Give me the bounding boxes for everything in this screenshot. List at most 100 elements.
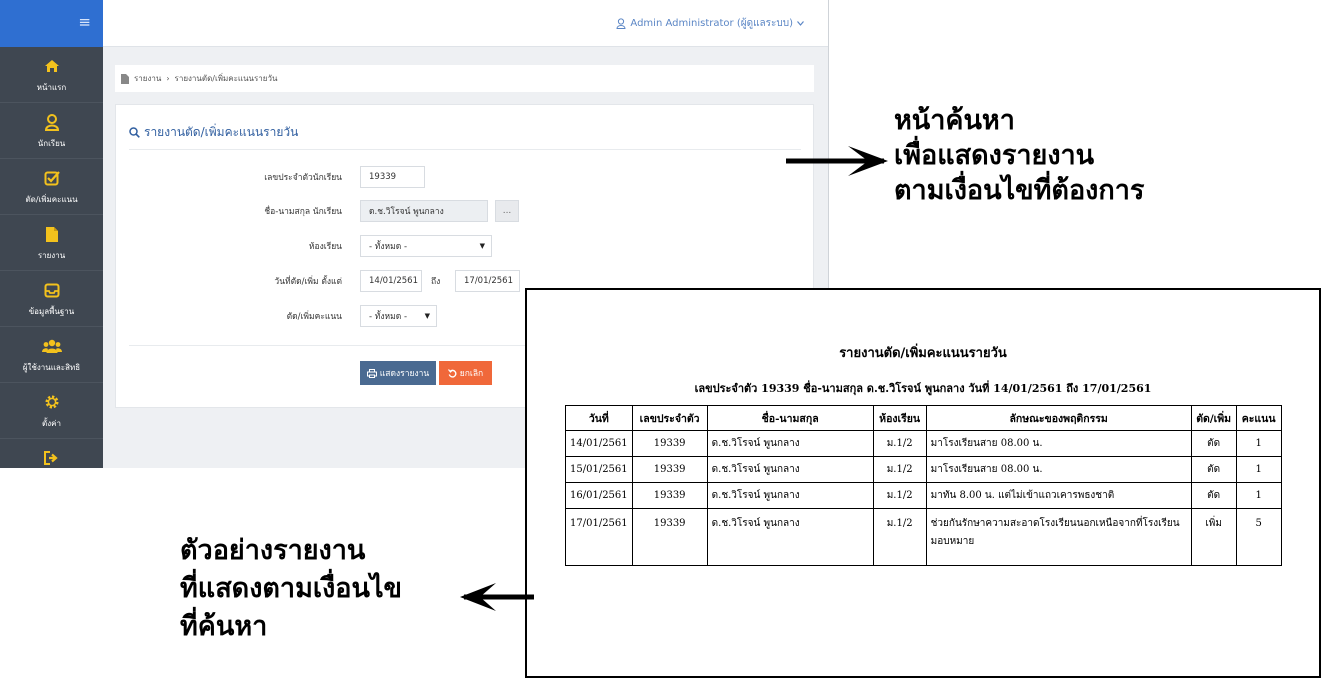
cell-behavior: มาโรงเรียนสาย 08.00 น. [925,456,1192,483]
user-icon [0,112,103,132]
show-report-button[interactable]: แสดงรายงาน [360,361,436,385]
sidebar-item-label: ตัด/เพิ่มคะแนน [25,195,78,204]
sidebar-toggle-button[interactable]: ≡ [0,0,103,47]
column-header: คะแนน [1235,405,1282,431]
sidebar-item-home[interactable]: หน้าแรก [0,47,103,103]
cell-date: 16/01/2561 [565,482,633,509]
annotation-line: เพื่อแสดงรายงาน [894,140,1095,171]
date-to-label: ถึง [431,277,441,287]
sidebar: ≡ หน้าแรก นักเรียน ตัด/เพิ่มคะแนน รายงาน [0,0,103,468]
table-row: 14/01/2561 19339 ด.ช.วิโรจน์ พูนกลาง ม.1… [565,430,1282,457]
report-subtitle: เลขประจำตัว 19339 ชื่อ-นามสกุล ด.ช.วิโรจ… [694,382,1152,395]
document-icon [0,224,103,244]
sidebar-item-reports[interactable]: รายงาน [0,215,103,271]
annotation-line: ตามเงื่อนไขที่ต้องการ [894,175,1145,206]
cell-name: ด.ช.วิโรจน์ พูนกลาง [706,508,874,566]
cell-type: ตัด [1190,482,1237,509]
cell-score: 5 [1235,508,1282,566]
cell-room: ม.1/2 [872,430,927,457]
student-id-label: เลขประจำตัวนักเรียน [264,173,342,183]
table-row: 16/01/2561 19339 ด.ช.วิโรจน์ พูนกลาง ม.1… [565,482,1282,509]
home-icon [0,56,103,76]
cell-date: 17/01/2561 [565,508,633,566]
cancel-button[interactable]: ยกเลิก [439,361,492,385]
column-header: ตัด/เพิ่ม [1190,405,1237,431]
date-to-input[interactable]: 17/01/2561 [455,270,520,292]
type-select[interactable]: - ทั้งหมด - ▼ [360,305,437,327]
print-icon [366,368,377,378]
cell-date: 15/01/2561 [565,456,633,483]
room-label: ห้องเรียน [308,242,342,252]
annotation-line: ตัวอย่างรายงาน [180,535,366,566]
cell-type: เพิ่ม [1190,508,1237,566]
breadcrumb-separator: › [166,74,170,83]
sign-out-icon [0,448,103,468]
column-header: วันที่ [565,405,633,431]
cancel-label: ยกเลิก [459,369,484,379]
chevron-down-icon [797,21,804,26]
breadcrumb: รายงาน › รายงานตัด/เพิ่มคะแนนรายวัน [115,65,814,92]
student-name-field: ด.ช.วิโรจน์ พูนกลาง [360,200,488,222]
show-report-label: แสดงรายงาน [379,369,430,379]
cell-student-id: 19339 [631,508,708,566]
search-icon [129,127,140,138]
column-header: เลขประจำตัว [631,405,708,431]
inbox-icon [0,280,103,300]
sidebar-item-label: รายงาน [37,251,66,260]
file-icon [121,73,129,84]
cell-date: 14/01/2561 [565,430,633,457]
sidebar-item-score-adjust[interactable]: ตัด/เพิ่มคะแนน [0,159,103,215]
table-row: 17/01/2561 19339 ด.ช.วิโรจน์ พูนกลาง ม.1… [565,508,1282,566]
date-from-input[interactable]: 14/01/2561 [360,270,422,292]
sidebar-item-basic-data[interactable]: ข้อมูลพื้นฐาน [0,271,103,327]
report-preview: รายงานตัด/เพิ่มคะแนนรายวัน เลขประจำตัว 1… [525,288,1321,678]
type-label: ตัด/เพิ่มคะแนน [286,312,342,322]
cell-type: ตัด [1190,430,1237,457]
student-id-input[interactable]: 19339 [360,166,425,188]
sidebar-item-students[interactable]: นักเรียน [0,103,103,159]
gear-icon [0,392,103,412]
breadcrumb-reports-link[interactable]: รายงาน [134,72,161,85]
sidebar-item-label: ผู้ใช้งานและสิทธิ [22,363,81,372]
top-navbar: Admin Administrator (ผู้ดูแลระบบ) [103,0,828,47]
cell-type: ตัด [1190,456,1237,483]
report-table: วันที่ เลขประจำตัว ชื่อ-นามสกุล ห้องเรีย… [565,405,1282,566]
sidebar-item-users[interactable]: ผู้ใช้งานและสิทธิ [0,327,103,383]
cell-room: ม.1/2 [872,482,927,509]
user-name: Admin Administrator (ผู้ดูแลระบบ) [630,18,793,29]
report-header-row: วันที่ เลขประจำตัว ชื่อ-นามสกุล ห้องเรีย… [565,405,1282,431]
column-header: ลักษณะของพฤติกรรม [925,405,1192,431]
checkbox-edit-icon [0,168,103,188]
user-menu[interactable]: Admin Administrator (ผู้ดูแลระบบ) [616,16,804,31]
date-from-label: วันที่ตัด/เพิ่ม ตั้งแต่ [274,277,342,287]
cell-behavior: มาโรงเรียนสาย 08.00 น. [925,430,1192,457]
user-outline-icon [616,18,626,29]
panel-title-text: รายงานตัด/เพิ่มคะแนนรายวัน [144,125,299,139]
cell-student-id: 19339 [631,482,708,509]
sidebar-item-label: นักเรียน [37,139,66,148]
sidebar-item-settings[interactable]: ตั้งค่า [0,383,103,439]
annotation-line: ที่แสดงตามเงื่อนไข [180,573,403,604]
annotation-example-report: ตัวอย่างรายงาน ที่แสดงตามเงื่อนไข ที่ค้น… [180,531,402,647]
panel-title: รายงานตัด/เพิ่มคะแนนรายวัน [129,123,298,142]
arrow-right-icon [786,146,888,176]
annotation-line: ที่ค้นหา [180,611,268,642]
sidebar-item-logout[interactable] [0,439,103,468]
sidebar-item-label: ตั้งค่า [42,419,61,428]
annotation-search-page: หน้าค้นหา เพื่อแสดงรายงาน ตามเงื่อนไขที่… [894,101,1144,211]
room-select[interactable]: - ทั้งหมด - ▼ [360,235,492,257]
sidebar-item-label: ข้อมูลพื้นฐาน [28,307,75,316]
report-title: รายงานตัด/เพิ่มคะแนนรายวัน [839,346,1007,361]
cell-name: ด.ช.วิโรจน์ พูนกลาง [706,482,874,509]
caret-down-icon: ▼ [479,242,485,250]
room-select-value: - ทั้งหมด - [369,242,408,252]
caret-down-icon: ▼ [424,312,430,320]
cell-student-id: 19339 [631,456,708,483]
browse-student-button[interactable]: ... [495,200,519,222]
annotation-line: หน้าค้นหา [894,105,1015,136]
cell-score: 1 [1235,430,1282,457]
cell-student-id: 19339 [631,430,708,457]
type-select-value: - ทั้งหมด - [369,312,408,322]
divider [129,149,801,150]
cell-room: ม.1/2 [872,456,927,483]
